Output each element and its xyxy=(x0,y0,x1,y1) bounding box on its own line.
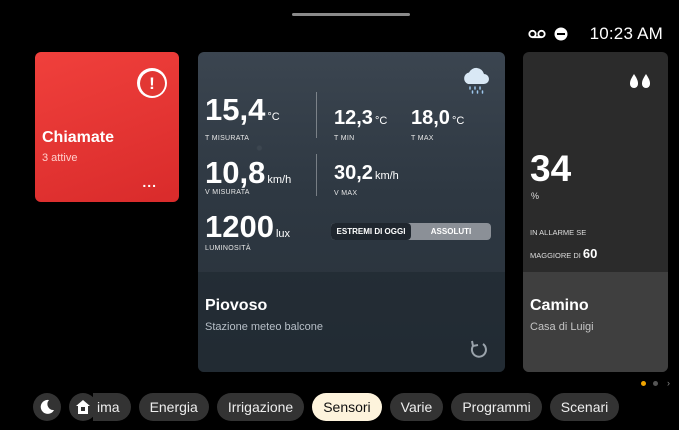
rain-cloud-icon xyxy=(464,67,489,94)
weather-station-card[interactable]: 15,4 °C T MISURATA 12,3 °C T MIN 18,0 °C T … xyxy=(198,52,505,372)
status-bar: 10:23 AM xyxy=(527,24,663,44)
next-page-chevron-icon[interactable]: › xyxy=(667,378,670,388)
humidity-drops-icon xyxy=(630,74,650,88)
pull-down-handle[interactable] xyxy=(292,13,410,16)
temperature-value: 15,4 °C xyxy=(205,92,280,127)
wind-label: V MISURATA xyxy=(205,189,250,196)
nav-tab-energia[interactable]: Energia xyxy=(138,393,209,421)
wind-max-label: V MAX xyxy=(334,190,358,197)
page-indicator: › xyxy=(641,378,670,388)
extremes-segmented-control[interactable]: ESTREMI DI OGGI ASSOLUTI xyxy=(331,223,491,240)
nav-tab-sensori[interactable]: Sensori xyxy=(312,393,382,421)
card-title: Piovoso xyxy=(205,297,268,314)
humidity-sensor-card[interactable]: 34 % IN ALLARME SE MAGGIORE DI 60 Camino … xyxy=(523,52,668,372)
dashboard-screen: 10:23 AM ! Chiamate 3 attive ... 15,4 °C … xyxy=(8,8,671,422)
nav-tab-scenari[interactable]: Scenari xyxy=(549,393,620,421)
alarm-condition: MAGGIORE DI 60 xyxy=(530,246,598,261)
segment-absolute[interactable]: ASSOLUTI xyxy=(411,223,491,240)
divider xyxy=(316,154,317,196)
page-dot[interactable] xyxy=(653,380,658,386)
segment-today[interactable]: ESTREMI DI OGGI xyxy=(331,223,411,240)
wind-max-value: 30,2 km/h xyxy=(334,162,399,184)
alert-icon: ! xyxy=(137,68,167,98)
page-dot-active[interactable] xyxy=(641,380,646,386)
home-icon xyxy=(76,400,90,414)
bottom-navigation: ima Energia Irrigazione Sensori Varie Pr… xyxy=(33,393,620,421)
refresh-icon[interactable] xyxy=(468,338,490,360)
nav-tab-irrigazione[interactable]: Irrigazione xyxy=(216,393,305,421)
voicemail-icon xyxy=(527,29,546,39)
humidity-value: 34 xyxy=(530,148,572,189)
moon-icon xyxy=(40,399,54,414)
card-title: Camino xyxy=(530,297,589,314)
card-subtitle: Stazione meteo balcone xyxy=(205,321,324,333)
wind-value: 10,8 km/h xyxy=(205,155,292,190)
alarm-threshold: 60 xyxy=(582,246,598,261)
alarm-label: IN ALLARME SE xyxy=(530,228,587,237)
luminosity-value: 1200 lux xyxy=(205,209,291,244)
tmax-value: 18,0 °C xyxy=(411,107,465,129)
more-options-button[interactable]: ... xyxy=(142,174,157,190)
nav-tab-clima[interactable]: ima xyxy=(93,393,131,421)
luminosity-label: LUMINOSITÀ xyxy=(205,245,251,252)
card-subtitle: Casa di Luigi xyxy=(530,321,594,333)
tmax-label: T MAX xyxy=(411,135,434,142)
humidity-unit: % xyxy=(531,191,540,201)
temperature-label: T MISURATA xyxy=(205,135,250,142)
tmin-value: 12,3 °C xyxy=(334,107,388,129)
nav-tab-varie[interactable]: Varie xyxy=(389,393,444,421)
clock: 10:23 AM xyxy=(589,24,663,43)
divider xyxy=(316,92,317,138)
tmin-label: T MIN xyxy=(334,135,355,142)
card-subtitle: 3 attive xyxy=(42,152,78,164)
calls-alarm-card[interactable]: ! Chiamate 3 attive ... xyxy=(35,52,179,202)
nav-tab-programmi[interactable]: Programmi xyxy=(451,393,542,421)
night-mode-button[interactable] xyxy=(33,393,61,421)
card-title: Chiamate xyxy=(42,129,115,146)
do-not-disturb-icon xyxy=(554,27,568,41)
